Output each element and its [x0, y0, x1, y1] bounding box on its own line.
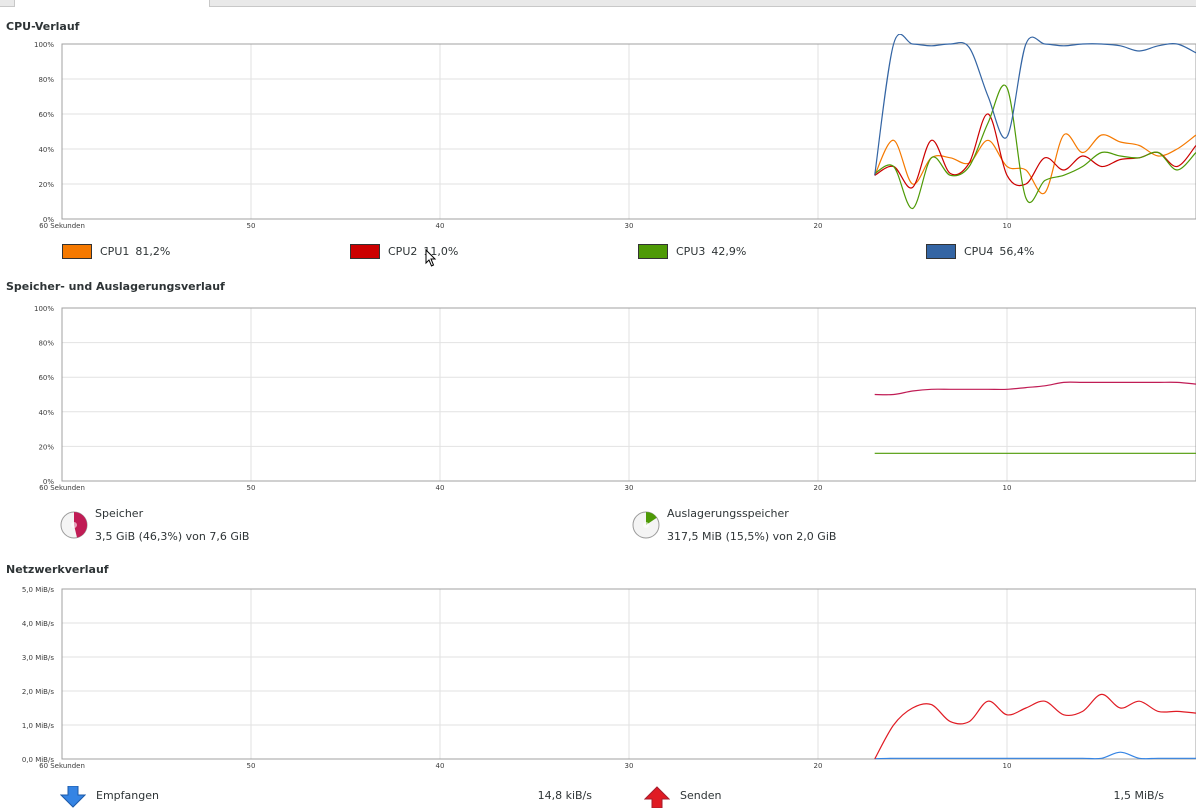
cpu3-value: 42,9% — [711, 245, 747, 258]
send-arrow-shape — [644, 786, 670, 808]
cpu4-label: CPU4 — [964, 245, 994, 258]
receive-legend[interactable]: Empfangen 14,8 kiB/s — [60, 786, 600, 808]
series-line-senden — [874, 693, 1196, 760]
x-tick-label: 60 Sekunden — [39, 222, 85, 230]
y-tick-label: 2,0 MiB/s — [22, 688, 55, 696]
y-tick-label: 20% — [38, 443, 54, 451]
cpu2-color-swatch[interactable] — [350, 244, 380, 259]
series-line-empfangen — [874, 751, 1196, 760]
memory-pie-icon[interactable] — [60, 511, 88, 539]
memory-history-chart: 100%80%60%40%20%0%60 Sekunden 50 40 30 20 10 — [34, 305, 1196, 492]
cpu2-label: CPU2 — [388, 245, 418, 258]
x-tick-label: 20 — [814, 484, 823, 492]
cpu3-label: CPU3 — [676, 245, 706, 258]
tab-resources[interactable] — [14, 0, 210, 7]
swap-detail: 317,5 MiB (15,5%) von 2,0 GiB — [667, 530, 837, 543]
send-arrow-icon[interactable] — [644, 786, 670, 808]
y-tick-label: 100% — [34, 305, 54, 313]
x-tick-label: 20 — [814, 222, 823, 230]
receive-label: Empfangen — [96, 789, 159, 802]
x-tick-label: 20 — [814, 762, 823, 770]
receive-rate: 14,8 kiB/s — [537, 789, 592, 802]
x-tick-label: 10 — [1003, 484, 1012, 492]
y-tick-label: 4,0 MiB/s — [22, 620, 55, 628]
cpu3-legend[interactable]: CPU3 42,9% — [638, 244, 746, 259]
x-tick-label: 30 — [625, 484, 634, 492]
y-tick-label: 40% — [38, 409, 54, 417]
series-line-cpu1 — [874, 133, 1196, 195]
cpu4-value: 56,4% — [999, 245, 1035, 258]
y-tick-label: 20% — [38, 181, 54, 189]
cpu-history-title: CPU-Verlauf — [6, 20, 80, 33]
y-tick-label: 1,0 MiB/s — [22, 722, 55, 730]
pie-center — [643, 522, 649, 528]
swap-label: Auslagerungsspeicher — [667, 507, 789, 520]
cpu3-color-swatch[interactable] — [638, 244, 668, 259]
x-tick-label: 40 — [436, 484, 445, 492]
x-tick-label: 60 Sekunden — [39, 762, 85, 770]
memory-history-title: Speicher- und Auslagerungsverlauf — [6, 280, 225, 293]
y-tick-label: 5,0 MiB/s — [22, 586, 55, 594]
x-tick-label: 40 — [436, 222, 445, 230]
memory-label: Speicher — [95, 507, 144, 520]
send-rate: 1,5 MiB/s — [1113, 789, 1164, 802]
y-tick-label: 60% — [38, 374, 54, 382]
network-history-chart: 5,0 MiB/s 4,0 MiB/s 3,0 MiB/s 2,0 MiB/s 1,0 … — [22, 586, 1196, 770]
memory-detail: 3,5 GiB (46,3%) von 7,6 GiB — [95, 530, 250, 543]
cpu1-legend[interactable]: CPU1 81,2% — [62, 244, 170, 259]
series-line-cpu3 — [874, 84, 1196, 210]
cpu2-legend[interactable]: CPU2 11,0% — [350, 244, 458, 259]
swap-legend[interactable]: Auslagerungsspeicher 317,5 MiB (15,5%) v… — [632, 507, 932, 545]
y-tick-label: 100% — [34, 41, 54, 49]
x-tick-label: 60 Sekunden — [39, 484, 85, 492]
x-tick-label: 50 — [247, 484, 256, 492]
receive-arrow-shape — [60, 786, 86, 808]
y-tick-label: 80% — [38, 76, 54, 84]
cpu1-value: 81,2% — [135, 245, 171, 258]
mouse-cursor-icon — [425, 249, 437, 267]
cpu1-label: CPU1 — [100, 245, 130, 258]
tab-strip — [0, 0, 1196, 7]
cpu4-color-swatch[interactable] — [926, 244, 956, 259]
network-history-title: Netzwerkverlauf — [6, 563, 109, 576]
y-tick-label: 40% — [38, 146, 54, 154]
swap-pie-icon[interactable] — [632, 511, 660, 539]
x-tick-label: 30 — [625, 762, 634, 770]
cpu1-color-swatch[interactable] — [62, 244, 92, 259]
y-tick-label: 60% — [38, 111, 54, 119]
cpu-history-chart: 100%80%60%40%20%0%60 Sekunden 50 40 30 20 10 — [34, 34, 1196, 230]
x-tick-label: 50 — [247, 762, 256, 770]
y-tick-label: 80% — [38, 340, 54, 348]
x-tick-label: 30 — [625, 222, 634, 230]
send-legend[interactable]: Senden 1,5 MiB/s — [644, 786, 1168, 808]
pie-center — [71, 522, 77, 528]
x-tick-label: 10 — [1003, 762, 1012, 770]
x-tick-label: 50 — [247, 222, 256, 230]
x-tick-label: 40 — [436, 762, 445, 770]
series-line-speicher — [874, 381, 1196, 396]
x-tick-label: 10 — [1003, 222, 1012, 230]
send-label: Senden — [680, 789, 722, 802]
receive-arrow-icon[interactable] — [60, 786, 86, 808]
memory-legend[interactable]: Speicher 3,5 GiB (46,3%) von 7,6 GiB — [60, 507, 360, 545]
y-tick-label: 3,0 MiB/s — [22, 654, 55, 662]
cpu4-legend[interactable]: CPU4 56,4% — [926, 244, 1034, 259]
